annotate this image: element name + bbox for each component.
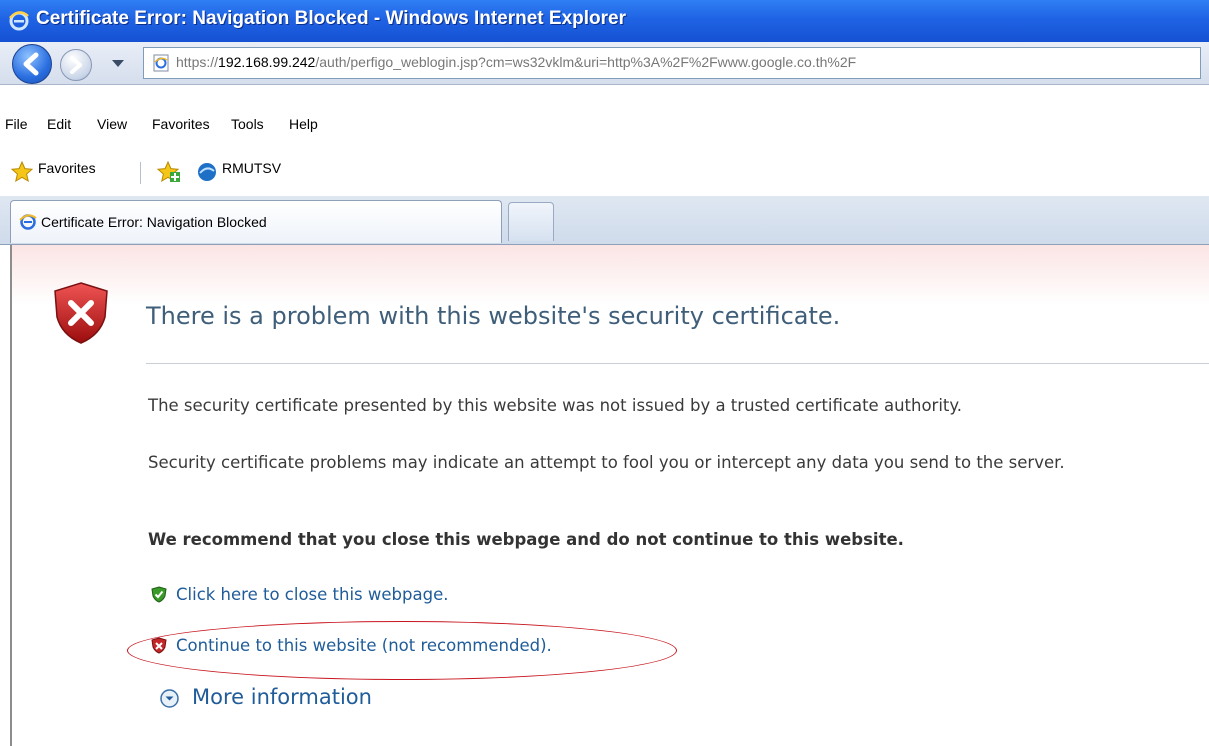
window-title-bar: Certificate Error: Navigation Blocked - …	[0, 0, 1209, 42]
security-warning: Security certificate problems may indica…	[148, 453, 1065, 472]
navigation-bar: https://192.168.99.242/auth/perfigo_webl…	[0, 42, 1209, 85]
favorites-separator	[140, 162, 141, 184]
favorite-link-rmutsv[interactable]: RMUTSV	[222, 160, 281, 176]
page-content: There is a problem with this website's s…	[10, 245, 1209, 746]
menu-edit[interactable]: Edit	[47, 116, 71, 132]
annotation-circle	[127, 621, 677, 680]
more-information-link[interactable]: More information	[192, 685, 372, 709]
chevron-down-circle-icon[interactable]	[160, 689, 179, 708]
url-scheme: https://	[176, 54, 219, 70]
close-webpage-link[interactable]: Click here to close this webpage.	[176, 585, 448, 604]
back-button[interactable]	[12, 44, 52, 84]
shield-error-icon	[54, 282, 108, 344]
menu-help[interactable]: Help	[289, 116, 318, 132]
title-divider	[146, 363, 1209, 364]
url-path: /auth/perfigo_weblogin.jsp?cm=ws32vklm&u…	[315, 54, 857, 70]
menu-favorites[interactable]: Favorites	[152, 116, 210, 132]
tab-strip: Certificate Error: Navigation Blocked	[0, 196, 1209, 245]
page-title: There is a problem with this website's s…	[146, 302, 841, 330]
tab-certificate-error[interactable]: Certificate Error: Navigation Blocked	[10, 200, 502, 243]
window-title: Certificate Error: Navigation Blocked - …	[36, 8, 626, 29]
menu-file[interactable]: File	[5, 116, 28, 132]
recommendation-text: We recommend that you close this webpage…	[148, 530, 904, 549]
favorites-bar: Favorites RMUTSV	[0, 154, 1209, 190]
tab-label: Certificate Error: Navigation Blocked	[41, 214, 267, 230]
address-url: https://192.168.99.242/auth/perfigo_webl…	[176, 54, 856, 70]
ie-icon	[19, 214, 37, 230]
url-host: 192.168.99.242	[218, 54, 316, 70]
menu-tools[interactable]: Tools	[231, 116, 264, 132]
shield-check-icon	[151, 586, 167, 603]
menu-view[interactable]: View	[97, 116, 127, 132]
forward-button[interactable]	[60, 49, 92, 81]
forward-arrow-icon	[70, 56, 82, 74]
ie-icon	[9, 11, 29, 31]
error-description: The security certificate presented by th…	[148, 396, 963, 415]
back-arrow-icon	[23, 52, 39, 76]
address-bar[interactable]: https://192.168.99.242/auth/perfigo_webl…	[143, 47, 1201, 79]
recent-pages-dropdown[interactable]	[110, 56, 126, 70]
favorites-star-icon	[10, 160, 34, 183]
add-favorite-icon[interactable]	[156, 160, 182, 184]
site-globe-icon	[198, 163, 216, 181]
new-tab-button[interactable]	[508, 202, 554, 241]
menu-bar: File Edit View Favorites Tools Help	[0, 112, 1209, 142]
page-icon	[153, 54, 169, 72]
favorites-button[interactable]: Favorites	[38, 160, 96, 176]
